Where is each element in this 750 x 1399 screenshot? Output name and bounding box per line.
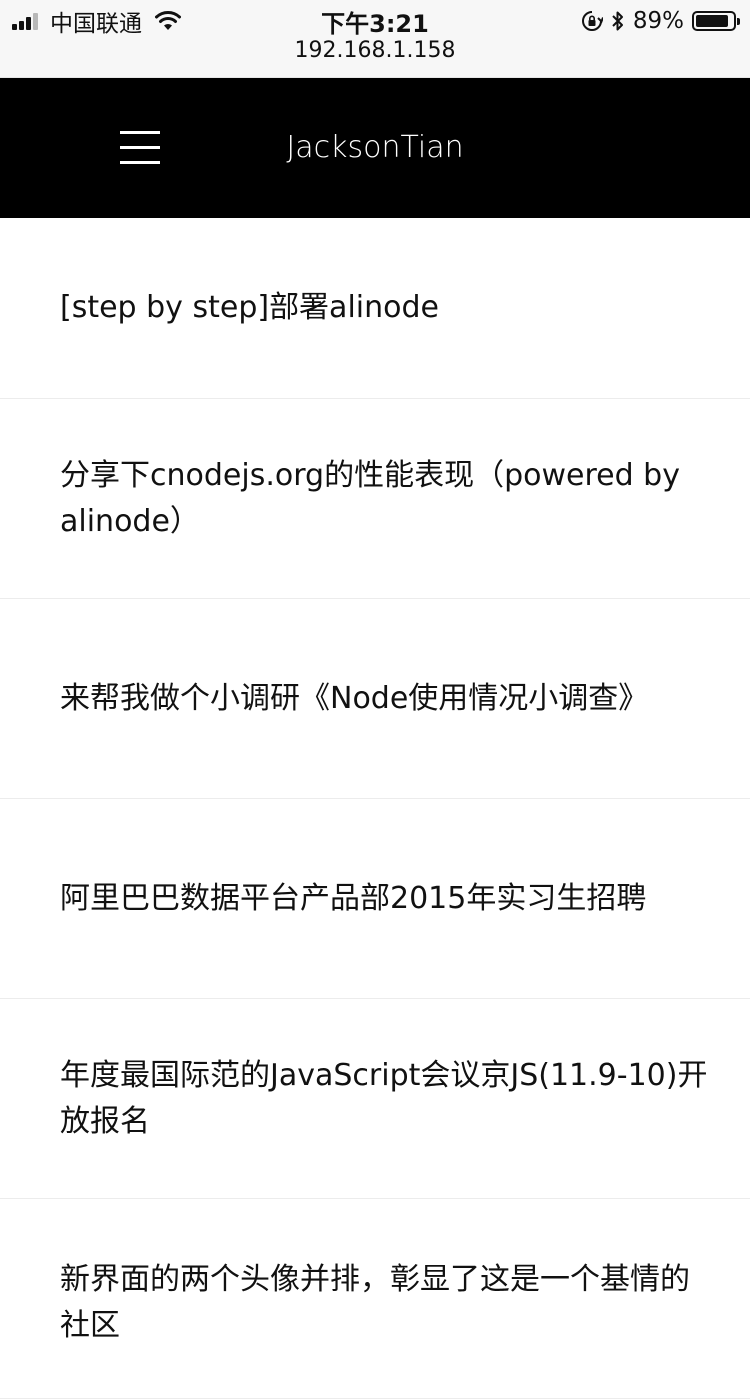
bluetooth-icon [612,11,623,31]
battery-icon [692,11,740,31]
topic-list-item[interactable]: 分享下cnodejs.org的性能表现（powered by alinode） [0,399,750,599]
topic-list-item[interactable]: 来帮我做个小调研《Node使用情况小调查》 [0,599,750,799]
topic-title: 新界面的两个头像并排，彰显了这是一个基情的社区 [60,1262,690,1343]
rotation-lock-icon [581,11,603,31]
topic-title: 阿里巴巴数据平台产品部2015年实习生招聘 [60,880,647,916]
address-url[interactable]: 192.168.1.158 [0,38,750,63]
topic-title: [step by step]部署alinode [60,290,439,325]
topic-list-item[interactable]: [step by step]部署alinode [0,218,750,399]
app-header: JacksonTian [0,78,750,218]
status-bar-right: 89% [581,6,740,36]
battery-level-fill [696,15,729,27]
battery-percent: 89% [632,8,684,34]
topic-list: [step by step]部署alinode 分享下cnodejs.org的性… [0,218,750,1399]
status-bar: 中国联通 下午3:21 192.168.1.158 89% [0,0,750,78]
topic-list-item[interactable]: 阿里巴巴数据平台产品部2015年实习生招聘 [0,799,750,999]
topic-title: 来帮我做个小调研《Node使用情况小调查》 [60,680,649,716]
topic-list-item[interactable]: 年度最国际范的JavaScript会议京JS(11.9-10)开放报名 [0,999,750,1199]
topic-title: 分享下cnodejs.org的性能表现（powered by alinode） [60,457,680,539]
page-title: JacksonTian [286,130,464,165]
topic-title: 年度最国际范的JavaScript会议京JS(11.9-10)开放报名 [60,1057,708,1139]
topic-list-item[interactable]: 新界面的两个头像并排，彰显了这是一个基情的社区 [0,1199,750,1399]
